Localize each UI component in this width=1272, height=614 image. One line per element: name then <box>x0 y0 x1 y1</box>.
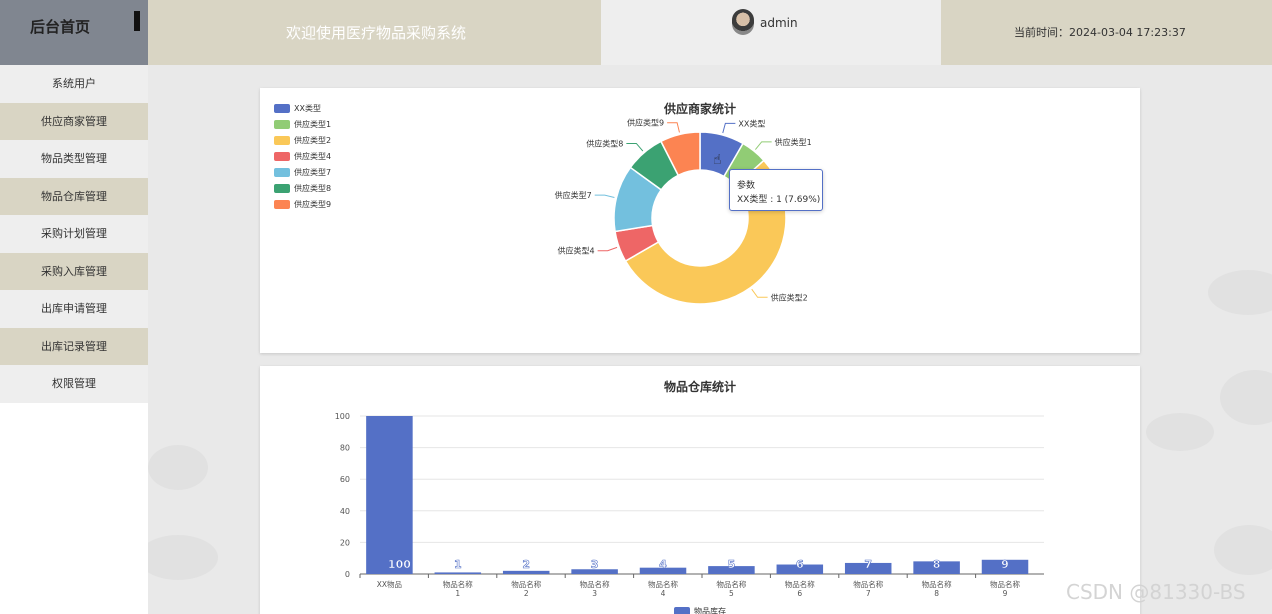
bar-value-label: 7 <box>864 558 872 571</box>
sidebar-item-purchase-inbound[interactable]: 采购入库管理 <box>0 252 148 290</box>
pie-label: 供应类型8 <box>586 138 623 148</box>
warehouse-chart-card: 物品仓库统计 0 20 40 60 80 100 100 XX物品 1 物品名称 1 2 物品名称 2 3 物… <box>260 366 1140 614</box>
background-blob <box>148 445 208 490</box>
background-blob <box>1220 370 1272 425</box>
menu-toggle-icon[interactable] <box>134 11 140 31</box>
hand-cursor-icon: ☝ <box>713 152 722 168</box>
bar-value-label: 4 <box>659 558 667 571</box>
sidebar-item-outbound-request[interactable]: 出库申请管理 <box>0 290 148 328</box>
y-tick-label: 80 <box>340 444 350 453</box>
username[interactable]: admin <box>760 16 798 30</box>
x-tick-label: 7 <box>866 589 871 598</box>
pie-label: 供应类型7 <box>555 190 592 200</box>
x-tick-label: 8 <box>934 589 939 598</box>
chart-tooltip: 参数 XX类型 : 1 (7.69%) <box>729 169 823 211</box>
main-content: 供应商家统计 XX类型 供应类型1 供应类型2 供应类型4 供应类型7 供应类型8 供应类型… <box>148 65 1272 614</box>
x-tick-label: XX物品 <box>377 579 402 589</box>
avatar[interactable] <box>732 9 754 35</box>
home-link[interactable]: 后台首页 <box>30 16 90 37</box>
sidebar: 系统用户 供应商家管理 物品类型管理 物品仓库管理 采购计划管理 采购入库管理 … <box>0 65 148 614</box>
x-tick-label: 5 <box>729 589 734 598</box>
sidebar-item-outbound-record[interactable]: 出库记录管理 <box>0 327 148 365</box>
tooltip-text: XX类型 : 1 (7.69%) <box>737 195 821 205</box>
pie-chart: XX类型供应类型1 供应类型2 供应类型4 供应类型7 供应类型8 供应类型9 ☝ <box>555 118 812 305</box>
bar-value-label: 6 <box>796 558 804 571</box>
pie-label-line <box>754 141 772 150</box>
pie-label-line <box>597 246 618 252</box>
header-title-area: 欢迎使用医疗物品采购系统 <box>148 0 601 65</box>
x-tick-label: 物品名称 <box>785 579 815 589</box>
legend-swatch <box>674 607 690 614</box>
pie-label: 供应类型9 <box>627 118 664 128</box>
current-time: 当前时间：2024-03-04 17:23:37 <box>1014 24 1186 40</box>
header-home[interactable]: 后台首页 <box>0 0 148 65</box>
x-tick-label: 4 <box>661 589 666 598</box>
pie-label-line <box>594 194 615 198</box>
y-tick-label: 0 <box>345 570 350 579</box>
legend-label: 物品库存 <box>694 607 726 614</box>
bar[interactable] <box>434 572 482 574</box>
pie-label: 供应类型1 <box>775 137 812 147</box>
x-tick-label: 9 <box>1003 589 1008 598</box>
watermark: CSDN @81330-BS <box>1066 580 1246 604</box>
sidebar-item-system-users[interactable]: 系统用户 <box>0 65 148 103</box>
pie-label-line <box>751 288 768 298</box>
pie-label-line <box>667 122 680 133</box>
bar-value-label: 1 <box>454 558 462 571</box>
x-tick-label: 物品名称 <box>922 579 952 589</box>
background-blob <box>148 535 218 580</box>
x-tick-label: 1 <box>455 589 460 598</box>
x-tick-label: 物品名称 <box>853 579 883 589</box>
x-tick-label: 物品名称 <box>580 579 610 589</box>
bar-value-label: 9 <box>1001 558 1009 571</box>
y-tick-label: 100 <box>335 412 350 421</box>
x-tick-label: 2 <box>524 589 529 598</box>
sidebar-item-supplier[interactable]: 供应商家管理 <box>0 102 148 140</box>
pie-label-line <box>626 142 644 152</box>
bar-legend[interactable]: 物品库存 <box>674 606 726 614</box>
x-tick-label: 物品名称 <box>648 579 678 589</box>
y-tick-label: 20 <box>340 538 350 547</box>
bar-value-label: 3 <box>591 558 599 571</box>
sidebar-item-purchase-plan[interactable]: 采购计划管理 <box>0 215 148 253</box>
pie-label-line <box>722 122 736 134</box>
user-area[interactable]: admin <box>601 0 941 65</box>
bar-value-label: 5 <box>728 558 736 571</box>
bar-value-label: 100 <box>388 558 411 571</box>
x-tick-label: 物品名称 <box>511 579 541 589</box>
y-tick-label: 40 <box>340 507 350 516</box>
sidebar-item-warehouse[interactable]: 物品仓库管理 <box>0 177 148 215</box>
bar[interactable] <box>366 416 413 574</box>
sidebar-item-item-type[interactable]: 物品类型管理 <box>0 140 148 178</box>
time-area: 当前时间：2024-03-04 17:23:37 <box>941 0 1272 65</box>
supplier-chart-card: 供应商家统计 XX类型 供应类型1 供应类型2 供应类型4 供应类型7 供应类型8 供应类型… <box>260 88 1140 353</box>
bar-value-label: 8 <box>933 558 941 571</box>
y-tick-label: 60 <box>340 475 350 484</box>
background-blob <box>1146 413 1214 451</box>
x-tick-label: 物品名称 <box>443 579 473 589</box>
x-tick-label: 物品名称 <box>716 579 746 589</box>
sidebar-item-permissions[interactable]: 权限管理 <box>0 365 148 403</box>
time-label: 当前时间： <box>1014 26 1069 39</box>
x-tick-label: 3 <box>592 589 597 598</box>
pie-label: 供应类型2 <box>771 292 808 302</box>
background-blob <box>1214 525 1272 575</box>
tooltip-title: 参数 <box>737 181 756 191</box>
system-title: 欢迎使用医疗物品采购系统 <box>286 24 467 42</box>
pie-label: 供应类型4 <box>558 246 595 256</box>
x-tick-label: 6 <box>797 589 802 598</box>
background-blob <box>1208 270 1272 315</box>
pie-label: XX类型 <box>738 118 765 128</box>
time-value: 2024-03-04 17:23:37 <box>1069 26 1186 39</box>
bar-chart: 020406080100100XX物品1物品名称12物品名称23物品名称34物品… <box>335 412 1044 598</box>
x-tick-label: 物品名称 <box>990 579 1020 589</box>
bar-value-label: 2 <box>522 558 530 571</box>
bar[interactable] <box>502 570 550 574</box>
